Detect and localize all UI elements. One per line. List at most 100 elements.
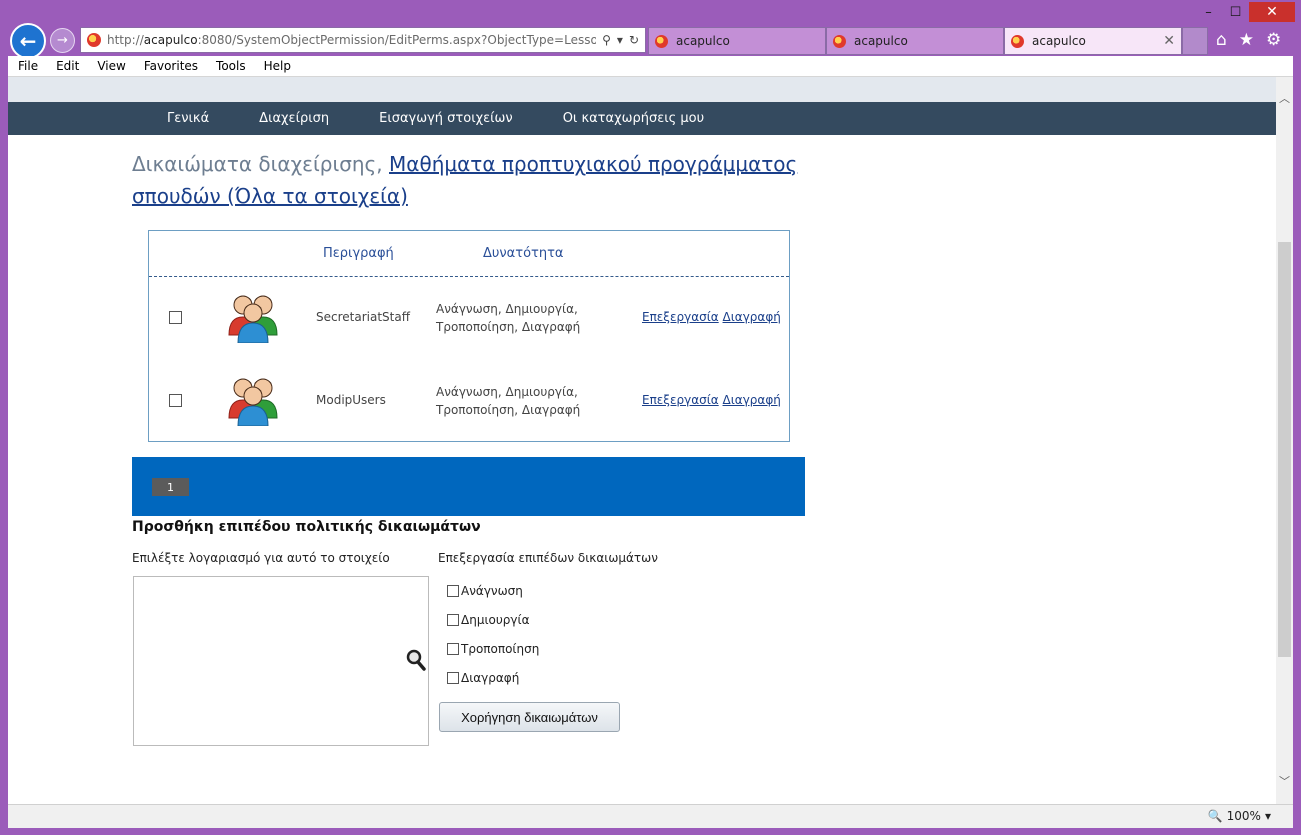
table-row: SecretariatStaff Ανάγνωση, Δημιουργία, Τ… [149, 277, 789, 359]
row-permissions: Ανάγνωση, Δημιουργία, Τροποποίηση, Διαγρ… [436, 300, 580, 336]
menu-favorites[interactable]: Favorites [134, 59, 206, 73]
row-checkbox[interactable] [169, 311, 182, 324]
settings-gear-icon[interactable]: ⚙ [1266, 30, 1281, 50]
address-url[interactable]: http://acapulco:8080/SystemObjectPermiss… [107, 33, 596, 47]
modify-checkbox[interactable] [447, 643, 459, 655]
zoom-dropdown-icon[interactable]: ▾ [1265, 809, 1271, 823]
nav-general[interactable]: Γενικά [167, 111, 209, 126]
browser-tab-1[interactable]: acapulco [648, 27, 826, 55]
magnifier-search-icon[interactable] [406, 649, 426, 671]
table-header: Περιγραφή Δυνατότητα [149, 231, 789, 277]
menu-file[interactable]: File [8, 59, 46, 73]
back-button[interactable]: ← [10, 23, 46, 59]
row-permissions: Ανάγνωση, Δημιουργία, Τροποποίηση, Διαγρ… [436, 383, 580, 419]
option-delete[interactable]: Διαγραφή [447, 671, 519, 685]
close-window-button[interactable]: ✕ [1249, 2, 1295, 22]
header-capability[interactable]: Δυνατότητα [483, 246, 564, 261]
option-read[interactable]: Ανάγνωση [447, 584, 523, 598]
row-checkbox[interactable] [169, 394, 182, 407]
new-tab-button[interactable] [1182, 27, 1208, 55]
home-icon[interactable]: ⌂ [1216, 30, 1227, 50]
nav-data-entry[interactable]: Εισαγωγή στοιχείων [379, 111, 513, 126]
row-actions: Επεξεργασία Διαγραφή [642, 393, 781, 407]
menu-help[interactable]: Help [254, 59, 299, 73]
row-permissions-line: Ανάγνωση, Δημιουργία, [436, 385, 578, 399]
menu-view[interactable]: View [87, 59, 133, 73]
option-label: Τροποποίηση [461, 642, 540, 656]
tab-close-icon[interactable]: ✕ [1163, 33, 1175, 49]
tab-label: acapulco [676, 34, 730, 48]
tab-favicon-icon [833, 34, 846, 48]
pager: 1 [132, 457, 805, 516]
back-arrow-icon: ← [19, 29, 37, 53]
vertical-scrollbar[interactable]: ︿ ﹀ [1276, 77, 1293, 804]
page-title: Δικαιώματα διαχείρισης, Μαθήματα προπτυχ… [132, 148, 832, 212]
option-label: Διαγραφή [461, 671, 520, 685]
header-strip [8, 77, 1276, 102]
option-label: Ανάγνωση [461, 584, 523, 598]
row-permissions-line: Ανάγνωση, Δημιουργία, [436, 302, 578, 316]
add-permission-title: Προσθήκη επιπέδου πολιτικής δικαιωμάτων [132, 519, 481, 535]
option-modify[interactable]: Τροποποίηση [447, 642, 539, 656]
row-name: ModipUsers [316, 393, 386, 407]
create-checkbox[interactable] [447, 614, 459, 626]
row-actions: Επεξεργασία Διαγραφή [642, 310, 781, 324]
page-viewport: Γενικά Διαχείριση Εισαγωγή στοιχείων Οι … [8, 77, 1276, 804]
delete-checkbox[interactable] [447, 672, 459, 684]
site-favicon-icon [87, 33, 101, 47]
forward-button[interactable]: → [50, 28, 75, 53]
nav-administration[interactable]: Διαχείριση [259, 111, 329, 126]
refresh-icon[interactable]: ↻ [629, 33, 639, 47]
url-rest: :8080/SystemObjectPermission/EditPerms.a… [197, 33, 597, 47]
users-group-icon [228, 378, 278, 426]
address-bar[interactable]: http://acapulco:8080/SystemObjectPermiss… [80, 27, 646, 53]
row-permissions-line: Τροποποίηση, Διαγραφή [436, 320, 581, 334]
read-checkbox[interactable] [447, 585, 459, 597]
nav-my-entries[interactable]: Οι καταχωρήσεις μου [563, 111, 704, 126]
browser-toolbar: ← → http://acapulco:8080/SystemObjectPer… [8, 22, 1293, 59]
users-group-icon [228, 295, 278, 343]
minimize-button[interactable]: – [1195, 2, 1222, 22]
grant-permissions-button[interactable]: Χορήγηση δικαιωμάτων [439, 702, 620, 732]
permissions-table: Περιγραφή Δυνατότητα SecretariatStaff Αν… [148, 230, 790, 442]
header-description[interactable]: Περιγραφή [323, 246, 394, 261]
delete-link[interactable]: Διαγραφή [723, 310, 781, 324]
tab-label: acapulco [1032, 34, 1086, 48]
dropdown-icon[interactable]: ▾ [617, 33, 623, 47]
menu-edit[interactable]: Edit [46, 59, 87, 73]
row-permissions-line: Τροποποίηση, Διαγραφή [436, 403, 581, 417]
status-bar: 🔍 100% ▾ [8, 804, 1293, 828]
maximize-button[interactable]: ☐ [1222, 2, 1249, 22]
favorites-star-icon[interactable]: ★ [1239, 30, 1254, 50]
delete-link[interactable]: Διαγραφή [723, 393, 781, 407]
scroll-down-icon[interactable]: ﹀ [1276, 773, 1293, 789]
permission-levels-label: Επεξεργασία επιπέδων δικαιωμάτων [438, 551, 658, 565]
scroll-up-icon[interactable]: ︿ [1276, 90, 1293, 106]
zoom-control[interactable]: 🔍 100% ▾ [1208, 809, 1271, 823]
menu-tools[interactable]: Tools [206, 59, 254, 73]
browser-tab-2[interactable]: acapulco [826, 27, 1004, 55]
browser-window: – ☐ ✕ ← → http://acapulco:8080/SystemObj… [0, 0, 1301, 835]
forward-arrow-icon: → [57, 33, 68, 48]
menu-bar: File Edit View Favorites Tools Help [8, 56, 1293, 77]
row-name: SecretariatStaff [316, 310, 410, 324]
window-controls: – ☐ ✕ [1195, 2, 1295, 22]
table-row: ModipUsers Ανάγνωση, Δημιουργία, Τροποπο… [149, 360, 789, 442]
edit-link[interactable]: Επεξεργασία [642, 393, 719, 407]
browser-tab-3-active[interactable]: acapulco ✕ [1004, 27, 1182, 55]
url-host: acapulco [143, 33, 198, 47]
tab-favicon-icon [1011, 34, 1024, 48]
page-number-button[interactable]: 1 [152, 478, 189, 496]
account-select-label: Επιλέξτε λογαριασμό για αυτό το στοιχείο [132, 551, 390, 565]
search-icon[interactable]: ⚲ [602, 33, 611, 47]
page-title-prefix: Δικαιώματα διαχείρισης, [132, 152, 390, 176]
tab-label: acapulco [854, 34, 908, 48]
option-label: Δημιουργία [461, 613, 530, 627]
tab-favicon-icon [655, 34, 668, 48]
account-picker-box[interactable] [133, 576, 429, 746]
scrollbar-thumb[interactable] [1278, 242, 1291, 657]
url-prefix: http:// [107, 33, 144, 47]
site-navigation: Γενικά Διαχείριση Εισαγωγή στοιχείων Οι … [8, 102, 1276, 135]
edit-link[interactable]: Επεξεργασία [642, 310, 719, 324]
option-create[interactable]: Δημιουργία [447, 613, 529, 627]
